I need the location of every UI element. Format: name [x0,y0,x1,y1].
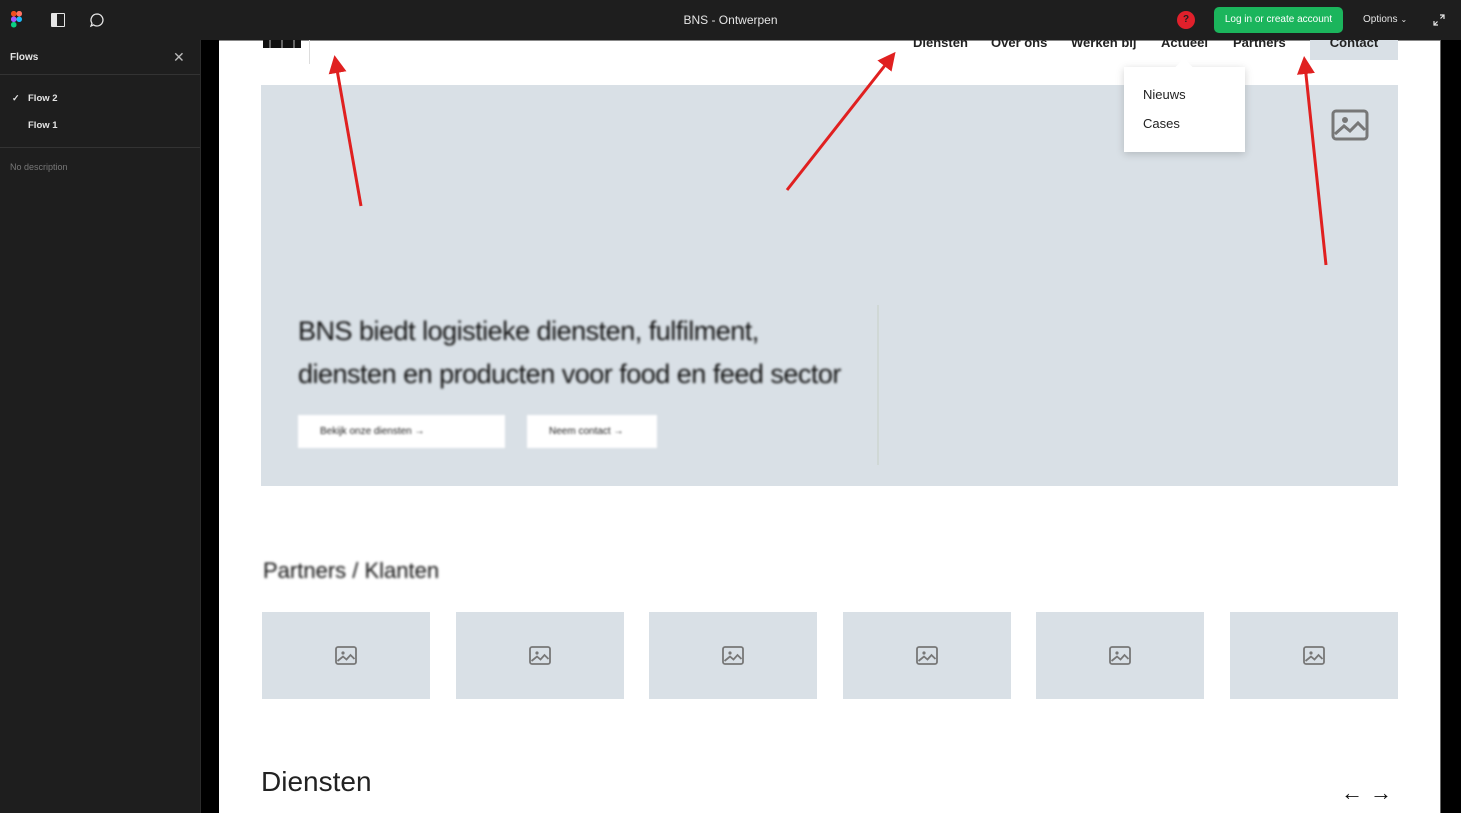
flow-label: Flow 2 [28,93,58,104]
image-placeholder-icon [528,646,551,665]
site-logo[interactable] [263,40,301,48]
dropdown-item-cases[interactable]: Cases [1143,116,1180,131]
comment-icon[interactable] [89,12,105,28]
image-placeholder-icon [1109,646,1132,665]
hero-divider [877,305,879,465]
options-menu[interactable]: Options ⌄ [1363,14,1407,25]
partner-logo-card[interactable] [649,612,818,699]
image-placeholder-icon [1303,646,1325,665]
partner-logo-card[interactable] [1230,612,1398,699]
image-placeholder-icon [335,646,357,665]
flow-item-flow-2[interactable]: ✓ Flow 2 [0,85,200,112]
prev-arrow-icon[interactable]: ← [1341,780,1363,806]
options-label: Options [1363,14,1398,25]
figma-logo-icon[interactable] [11,11,22,28]
nav-item-partners[interactable]: Partners [1233,40,1286,50]
actueel-dropdown: Nieuws Cases [1124,67,1245,152]
top-bar: BNS - Ontwerpen ? Log in or create accou… [0,0,1461,40]
flow-description: No description [10,162,68,172]
partner-logo-card[interactable] [455,612,624,699]
chevron-down-icon: ⌄ [1400,15,1408,24]
nav-item-werken-bij[interactable]: Werken bij [1071,40,1137,50]
canvas-gutter-left [201,40,219,813]
partner-logo-card[interactable] [1036,612,1205,699]
prototype-canvas[interactable]: Diensten Over ons Werken bij Actueel Par… [219,40,1440,813]
flows-title: Flows [10,52,39,63]
dropdown-item-nieuws[interactable]: Nieuws [1143,87,1186,102]
partner-logo-card[interactable] [842,612,1011,699]
sidebar-toggle-icon[interactable] [51,13,65,27]
logo-divider [309,40,310,64]
partners-title: Partners / Klanten [263,558,440,583]
flows-list: ✓ Flow 2 Flow 1 [0,75,200,148]
flows-sidebar: Flows ✕ ✓ Flow 2 Flow 1 No description [0,40,201,813]
image-placeholder-icon [1331,109,1369,141]
help-button[interactable]: ? [1177,11,1195,29]
nav-item-actueel[interactable]: Actueel [1161,40,1208,50]
nav-item-over-ons[interactable]: Over ons [991,40,1047,50]
close-icon[interactable]: ✕ [173,50,185,64]
nav-item-diensten[interactable]: Diensten [913,40,968,50]
next-arrow-icon[interactable]: → [1370,780,1392,806]
canvas-gutter-right [1440,40,1461,813]
flows-header: Flows ✕ [0,40,200,75]
flow-item-flow-1[interactable]: Flow 1 [0,112,200,139]
image-placeholder-icon [722,646,745,665]
partner-logo-card[interactable] [262,612,430,699]
diensten-title: Diensten [261,766,372,797]
hero-secondary-button[interactable]: Neem contact → [527,415,657,448]
hero-headline: BNS biedt logistieke diensten, fulfilmen… [298,316,841,389]
flow-label: Flow 1 [28,120,58,131]
fullscreen-icon[interactable] [1432,13,1446,27]
hero-primary-button[interactable]: Bekijk onze diensten → [298,415,505,448]
image-placeholder-icon [915,646,938,665]
check-icon: ✓ [12,93,20,103]
login-button[interactable]: Log in or create account [1214,7,1343,33]
contact-button[interactable]: Contact [1310,40,1398,60]
